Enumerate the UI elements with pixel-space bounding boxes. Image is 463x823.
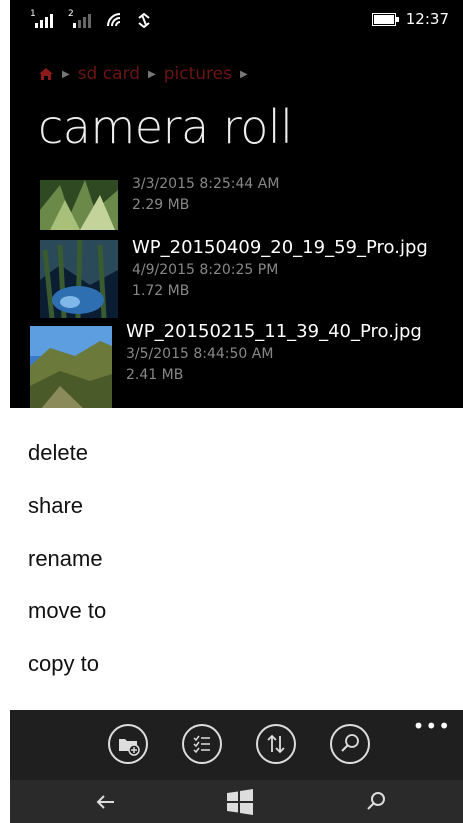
- chevron-right-icon: ▶: [148, 68, 156, 80]
- sort-icon[interactable]: [256, 724, 296, 764]
- battery-icon: [371, 12, 399, 26]
- select-icon[interactable]: [182, 724, 222, 764]
- signal-sim2-icon: 2: [68, 9, 94, 28]
- menu-item-copy-to[interactable]: copy to: [28, 651, 99, 677]
- search-icon[interactable]: [330, 724, 370, 764]
- signal-sim1-icon: 1: [30, 9, 56, 28]
- file-meta: WP_20150409_20_19_59_Pro.jpg 4/9/2015 8:…: [132, 236, 428, 302]
- status-bar: 1 2 12:37: [10, 0, 463, 40]
- file-meta: 3/3/2015 8:25:44 AM 2.29 MB: [132, 174, 279, 216]
- new-folder-icon[interactable]: [108, 724, 148, 764]
- page-title: camera roll: [38, 100, 293, 154]
- file-size: 2.41 MB: [126, 367, 184, 383]
- breadcrumb-item-pictures[interactable]: pictures: [164, 64, 232, 84]
- file-thumbnail: [30, 326, 112, 410]
- data-connection-icon: [138, 12, 150, 28]
- clock: 12:37: [405, 10, 449, 28]
- chevron-right-icon: ▶: [239, 68, 248, 80]
- chevron-right-icon: ▶: [62, 68, 70, 80]
- file-name: WP_20150215_11_39_40_Pro.jpg: [126, 321, 422, 342]
- file-meta: WP_20150215_11_39_40_Pro.jpg 3/5/2015 8:…: [126, 320, 422, 386]
- context-menu: delete share rename move to copy to: [0, 408, 463, 710]
- file-thumbnail: [40, 240, 118, 318]
- file-date: 3/3/2015 8:25:44 AM: [132, 176, 280, 192]
- status-left: 1 2: [30, 9, 152, 28]
- menu-item-share[interactable]: share: [28, 493, 83, 519]
- app-bar: •••: [10, 710, 463, 780]
- breadcrumb: ▶ sd card ▶ pictures ▶: [38, 64, 248, 84]
- file-date: 4/9/2015 8:20:25 PM: [132, 262, 279, 278]
- file-size: 2.29 MB: [132, 197, 190, 213]
- file-item[interactable]: WP_20150409_20_19_59_Pro.jpg 4/9/2015 8:…: [10, 236, 463, 320]
- file-name: WP_20150409_20_19_59_Pro.jpg: [132, 237, 428, 258]
- wifi-icon: [107, 13, 121, 27]
- file-thumbnail: [40, 180, 118, 230]
- windows-start-icon[interactable]: [224, 786, 256, 818]
- menu-item-move-to[interactable]: move to: [28, 598, 106, 624]
- back-icon[interactable]: [90, 786, 122, 818]
- menu-item-delete[interactable]: delete: [28, 440, 88, 466]
- file-item-selected[interactable]: WP_20150215_11_39_40_Pro.jpg 3/5/2015 8:…: [10, 320, 463, 410]
- navigation-bar: [10, 780, 463, 823]
- file-size: 1.72 MB: [132, 283, 190, 299]
- menu-item-rename[interactable]: rename: [28, 546, 103, 572]
- breadcrumb-item-sd-card[interactable]: sd card: [78, 64, 140, 84]
- home-icon[interactable]: [38, 67, 54, 81]
- file-date: 3/5/2015 8:44:50 AM: [126, 346, 274, 362]
- search-icon[interactable]: [360, 786, 392, 818]
- status-right: 12:37: [371, 10, 449, 28]
- more-options-icon[interactable]: •••: [413, 714, 451, 738]
